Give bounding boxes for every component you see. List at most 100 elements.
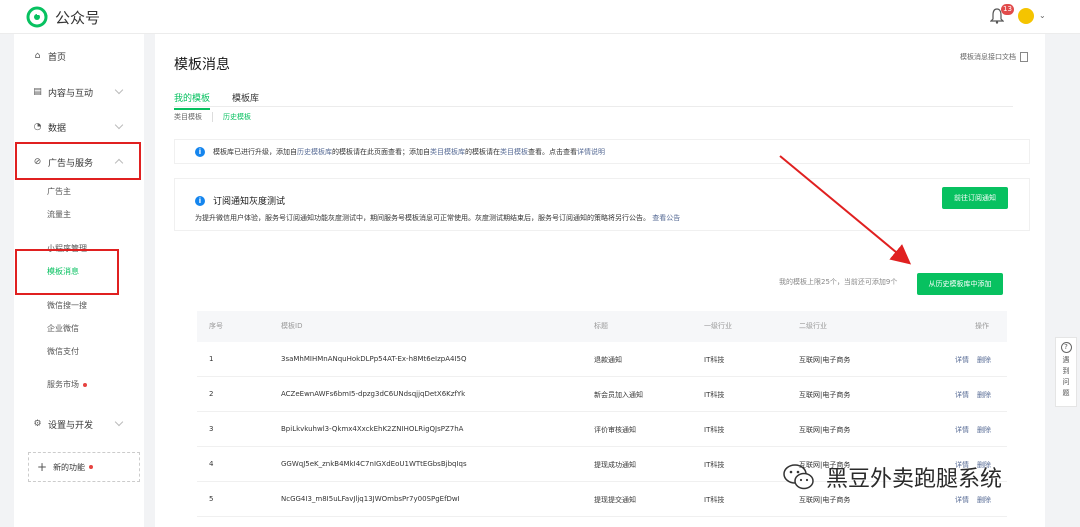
help-char: 题 <box>1062 389 1070 397</box>
go-subscription-button[interactable]: 前往订阅通知 <box>942 187 1008 209</box>
cell-title: 提现提交通知 <box>594 496 636 504</box>
cell-title: 新会员加入通知 <box>594 391 643 399</box>
add-from-history-button[interactable]: 从历史模板库中添加 <box>917 273 1003 295</box>
top-bar: 公众号 13 ⌄ <box>0 0 1080 34</box>
sidebar-item-home[interactable]: ⌂ 首页 <box>14 44 144 68</box>
subtab-history-templates[interactable]: 历史模板 <box>223 112 261 122</box>
question-icon: ? <box>1060 342 1072 353</box>
service-market-label: 服务市场 <box>47 380 79 389</box>
cell-title: 提现成功通知 <box>594 461 636 469</box>
cell-no: 5 <box>209 495 214 503</box>
cell-template-id: NcGG4I3_m8I5uLFavJljq13JWOmbsPr7y00SPgEf… <box>281 495 460 503</box>
cell-industry-1: IT科技 <box>704 496 725 504</box>
sidebar-sub-publisher[interactable]: 流量主 <box>47 209 71 220</box>
app-logo[interactable]: 公众号 <box>26 6 100 28</box>
chevron-down-icon <box>114 120 124 130</box>
chevron-down-icon <box>114 417 124 427</box>
details-link[interactable]: 详情 <box>955 390 969 400</box>
annotation-box <box>15 142 141 180</box>
sidebar-sub-wecom[interactable]: 企业微信 <box>47 323 79 334</box>
cell-no: 2 <box>209 390 214 398</box>
chevron-down-icon[interactable]: ⌄ <box>1039 11 1046 20</box>
new-feature-label: 新的功能 <box>53 462 86 472</box>
details-link[interactable]: 详情说明 <box>577 147 605 157</box>
sidebar-item-data[interactable]: ◔ 数据 <box>14 115 144 139</box>
column-header: 操作 <box>975 322 989 330</box>
upgrade-notice: i 模板库已进行升级，添加自 历史模板库 的模板请在此页面查看；添加自 类目模板… <box>174 139 1030 164</box>
delete-link[interactable]: 删除 <box>977 425 991 435</box>
details-link[interactable]: 详情 <box>955 495 969 505</box>
notice-title-text: 订阅通知灰度测试 <box>213 197 286 207</box>
table-row: 3 BpiLkvkuhwl3-Qkmx4XxckEhK2ZNIHOLRigQJs… <box>197 412 1007 447</box>
subtab-category-templates[interactable]: 类目模板 <box>174 112 213 122</box>
notice-text: 模板库已进行升级，添加自 <box>213 147 297 156</box>
help-float-button[interactable]: ? 遇 到 问 题 <box>1055 337 1077 407</box>
info-icon: i <box>195 146 205 157</box>
column-header: 标题 <box>594 322 608 330</box>
plus-icon: + <box>37 460 48 474</box>
cell-title: 退款通知 <box>594 356 622 364</box>
help-char: 到 <box>1062 367 1070 375</box>
cell-template-id: BpiLkvkuhwl3-Qkmx4XxckEhK2ZNIHOLRigQJsPZ… <box>281 425 464 433</box>
table-row: 2 ACZeEwnAWFs6bmI5-dpzg3dC6UNdsqjjqDetX6… <box>197 377 1007 412</box>
sidebar-sub-advertiser[interactable]: 广告主 <box>47 186 71 197</box>
cell-industry-2: 互联网|电子商务 <box>799 426 851 434</box>
document-icon <box>1020 52 1028 62</box>
sidebar-sub-wechat-search[interactable]: 微信搜一搜 <box>47 300 87 311</box>
subtab-bar: 类目模板 历史模板 <box>174 112 271 122</box>
details-link[interactable]: 详情 <box>955 425 969 435</box>
sidebar-item-content[interactable]: ▤ 内容与互动 <box>14 80 144 104</box>
sidebar-item-label: 首页 <box>48 52 67 63</box>
table-header: 序号 模板ID 标题 一级行业 二级行业 操作 <box>197 311 1007 342</box>
details-link[interactable]: 详情 <box>955 355 969 365</box>
sidebar-item-settings[interactable]: ⚙ 设置与开发 <box>14 412 144 436</box>
annotation-box <box>15 249 119 295</box>
api-doc-link[interactable]: 模板消息接口文档 <box>960 52 1028 62</box>
sidebar-item-label: 设置与开发 <box>48 420 94 431</box>
avatar[interactable] <box>1018 8 1034 24</box>
cell-template-id: ACZeEwnAWFs6bmI5-dpzg3dC6UNdsqjjqDetX6Kz… <box>281 390 466 398</box>
cell-no: 1 <box>209 355 214 363</box>
column-header: 二级行业 <box>799 322 827 330</box>
help-char: 遇 <box>1062 356 1070 364</box>
table-row: 1 3saMhMIHMnANquHokDLPp54AT-Ex-h8Mt6eIzp… <box>197 342 1007 377</box>
wechat-bubble-icon <box>783 464 814 490</box>
subscription-notice: i 订阅通知灰度测试 为提升微信用户体验，服务号订阅通知功能灰度测试中，期间服务… <box>174 178 1030 231</box>
chart-icon: ◔ <box>33 122 42 132</box>
tab-my-templates[interactable]: 我的模板 <box>174 91 211 110</box>
home-icon: ⌂ <box>34 51 41 61</box>
tab-bar: 我的模板 模板库 <box>174 91 281 110</box>
chevron-down-icon <box>114 85 124 95</box>
help-char: 问 <box>1062 378 1070 386</box>
cell-no: 4 <box>209 460 214 468</box>
notification-badge: 13 <box>1001 4 1014 15</box>
history-library-link[interactable]: 历史模板库 <box>297 147 332 157</box>
sidebar-sub-service-market[interactable]: 服务市场 <box>47 379 87 390</box>
notice-text: 查看。点击查看 <box>528 147 577 156</box>
watermark-text: 黑豆外卖跑腿系统 <box>826 467 1003 492</box>
wechat-official-logo-icon <box>26 6 48 28</box>
delete-link[interactable]: 删除 <box>977 495 991 505</box>
cell-title: 评价审核通知 <box>594 426 636 434</box>
notice-text: 的模板请在此页面查看；添加自 <box>332 147 430 156</box>
document-icon: ▤ <box>33 87 42 97</box>
announcement-link[interactable]: 查看公告 <box>652 214 680 222</box>
sidebar-item-label: 内容与互动 <box>48 88 94 99</box>
cell-industry-1: IT科技 <box>704 461 725 469</box>
category-library-link[interactable]: 类目模板库 <box>430 147 465 157</box>
red-dot-indicator <box>83 382 87 387</box>
cell-industry-1: IT科技 <box>704 426 725 434</box>
notice-title: i 订阅通知灰度测试 <box>195 194 285 207</box>
cell-industry-2: 互联网|电子商务 <box>799 496 851 504</box>
delete-link[interactable]: 删除 <box>977 390 991 400</box>
category-template-link[interactable]: 类目模板 <box>500 147 528 157</box>
tab-template-library[interactable]: 模板库 <box>232 91 259 110</box>
cell-template-id: 3saMhMIHMnANquHokDLPp54AT-Ex-h8Mt6eIzpA4… <box>281 355 467 363</box>
gear-icon: ⚙ <box>33 419 42 429</box>
new-feature-button[interactable]: + 新的功能 <box>28 452 140 482</box>
divider <box>174 106 1013 107</box>
sidebar-sub-wechat-pay[interactable]: 微信支付 <box>47 346 79 357</box>
app-name: 公众号 <box>55 8 101 27</box>
column-header: 序号 <box>209 322 223 330</box>
delete-link[interactable]: 删除 <box>977 355 991 365</box>
